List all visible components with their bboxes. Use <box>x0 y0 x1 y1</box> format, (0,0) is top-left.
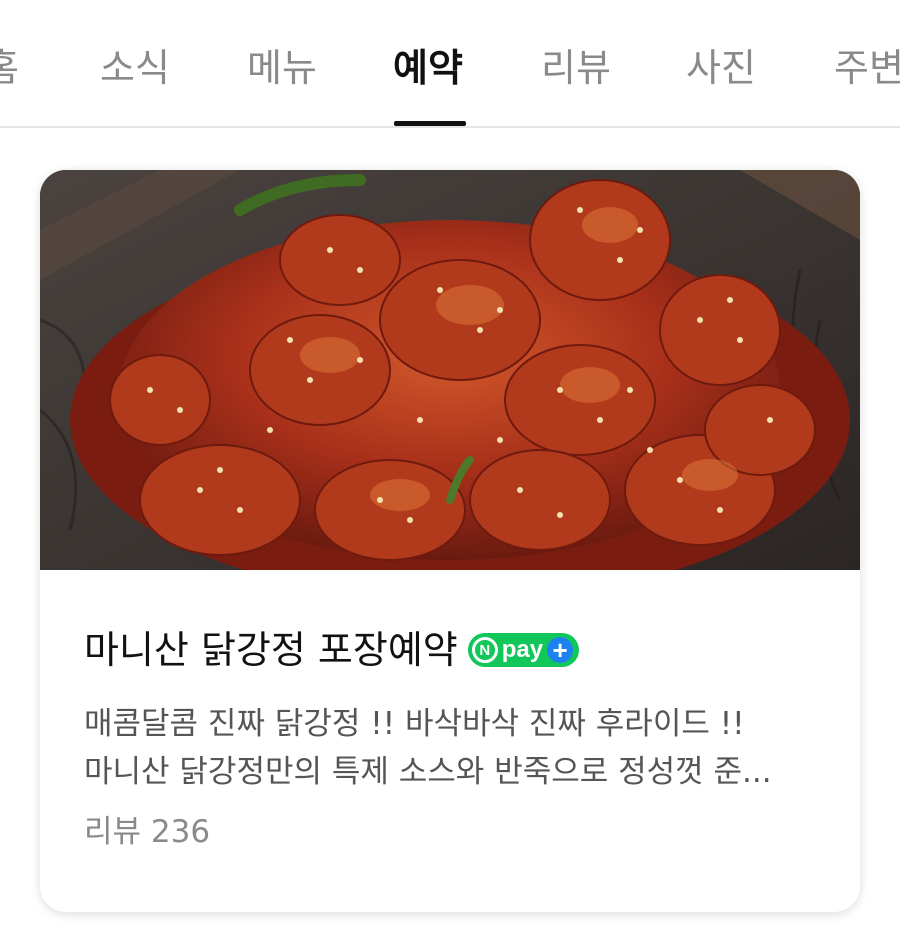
npay-label: pay <box>501 636 544 663</box>
card-title-row: 마니산 닭강정 포장예약 N pay + <box>84 622 580 678</box>
tab-home[interactable]: 홈 <box>0 44 19 92</box>
tab-reservation[interactable]: 예약 <box>393 44 463 92</box>
tab-news[interactable]: 소식 <box>100 44 170 92</box>
tab-menu[interactable]: 메뉴 <box>247 44 317 92</box>
active-tab-indicator <box>394 121 466 126</box>
card-description: 매콤달콤 진짜 닭강정 !! 바삭바삭 진짜 후라이드 !! 마니산 닭강정만의… <box>84 706 772 790</box>
reservation-card[interactable]: 마니산 닭강정 포장예약 N pay + 매콤달콤 진짜 닭강정 !! 바삭바삭… <box>40 170 860 912</box>
tab-review[interactable]: 리뷰 <box>541 44 611 92</box>
tab-photo[interactable]: 사진 <box>686 44 756 92</box>
card-title[interactable]: 마니산 닭강정 포장예약 <box>84 624 458 676</box>
tab-bar: 홈 소식 메뉴 예약 리뷰 사진 주변 <box>0 0 900 128</box>
review-count[interactable]: 리뷰 236 <box>84 810 210 854</box>
npay-badge: N pay + <box>467 633 580 667</box>
naver-n-icon: N <box>471 637 498 663</box>
dish-photo[interactable] <box>40 170 860 570</box>
plus-icon: + <box>547 637 574 663</box>
tab-nearby[interactable]: 주변 <box>834 44 900 92</box>
